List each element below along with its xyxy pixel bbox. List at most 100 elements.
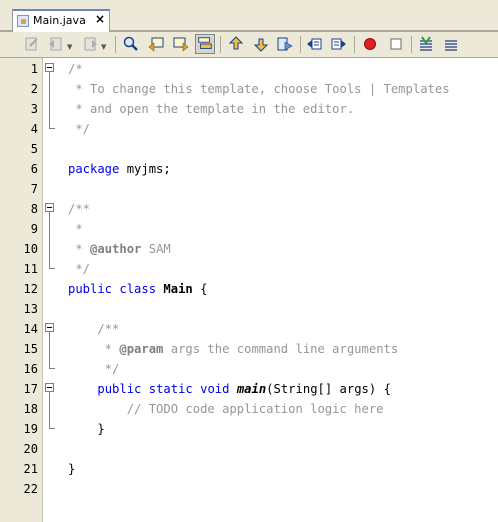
line-number: 7 bbox=[30, 182, 38, 196]
fold-guide-end bbox=[49, 128, 55, 129]
line-number: 9 bbox=[30, 222, 38, 236]
code-line: 11 */ bbox=[0, 259, 498, 279]
fold-guide bbox=[49, 72, 50, 128]
fold-guide-end bbox=[49, 368, 55, 369]
line-number: 20 bbox=[23, 442, 38, 456]
toggle-highlight-search-icon[interactable] bbox=[195, 34, 215, 54]
toolbar-separator bbox=[300, 36, 301, 53]
line-number: 11 bbox=[23, 262, 38, 276]
method-name: main bbox=[236, 382, 267, 396]
code-text: /** bbox=[68, 202, 91, 216]
line-number: 5 bbox=[30, 142, 38, 156]
code-text: public class Main { bbox=[68, 279, 207, 299]
last-edit-icon[interactable] bbox=[24, 36, 40, 52]
code-token: args the command line arguments bbox=[163, 342, 399, 356]
code-text: * To change this template, choose Tools … bbox=[68, 82, 450, 96]
keyword: static bbox=[148, 382, 193, 396]
previous-bookmark-icon[interactable] bbox=[228, 36, 244, 52]
line-number: 15 bbox=[23, 342, 38, 356]
code-line: 9 * bbox=[0, 219, 498, 239]
line-number: 6 bbox=[30, 162, 38, 176]
code-token: { bbox=[192, 282, 208, 296]
fold-guide-end bbox=[49, 268, 55, 269]
tab-label: Main.java bbox=[33, 14, 86, 27]
code-text: */ bbox=[68, 262, 91, 276]
keyword: void bbox=[200, 382, 230, 396]
start-macro-icon[interactable] bbox=[362, 36, 378, 52]
line-number: 1 bbox=[30, 62, 38, 76]
line-number: 14 bbox=[23, 322, 38, 336]
code-token: myjms; bbox=[119, 162, 171, 176]
line-number: 17 bbox=[23, 382, 38, 396]
forward-dropdown-icon[interactable]: ▼ bbox=[101, 43, 106, 51]
code-text: * and open the template in the editor. bbox=[68, 102, 355, 116]
shift-left-icon[interactable] bbox=[306, 36, 322, 52]
code-text: public static void main(String[] args) { bbox=[68, 379, 391, 399]
fold-collapse-icon[interactable] bbox=[45, 323, 54, 332]
keyword: public bbox=[97, 382, 142, 396]
code-line: 5 bbox=[0, 139, 498, 159]
code-token: * bbox=[68, 342, 120, 356]
code-text: // TODO code application logic here bbox=[68, 402, 384, 416]
back-icon[interactable] bbox=[48, 36, 64, 52]
keyword: package bbox=[68, 162, 120, 176]
line-number: 8 bbox=[30, 202, 38, 216]
code-line: 21 } bbox=[0, 459, 498, 479]
line-number: 13 bbox=[23, 302, 38, 316]
code-token: (String[] args) { bbox=[266, 382, 391, 396]
line-number: 21 bbox=[23, 462, 38, 476]
code-text: * @author SAM bbox=[68, 239, 170, 259]
editor-tab-bar: Main.java × bbox=[0, 0, 498, 32]
find-previous-icon[interactable] bbox=[148, 36, 164, 52]
shift-right-icon[interactable] bbox=[331, 36, 347, 52]
code-line: 12 public class Main { bbox=[0, 279, 498, 299]
code-line: 20 bbox=[0, 439, 498, 459]
class-name: Main bbox=[163, 282, 193, 296]
line-number: 12 bbox=[23, 282, 38, 296]
find-next-icon[interactable] bbox=[173, 36, 189, 52]
line-number: 2 bbox=[30, 82, 38, 96]
fold-collapse-icon[interactable] bbox=[45, 203, 54, 212]
comment-icon[interactable] bbox=[418, 36, 434, 52]
find-selection-icon[interactable] bbox=[123, 36, 139, 52]
code-line: 19 } bbox=[0, 419, 498, 439]
line-number: 22 bbox=[23, 482, 38, 496]
toggle-bookmark-icon[interactable] bbox=[277, 36, 293, 52]
code-text: * @param args the command line arguments bbox=[68, 339, 399, 359]
tab-main-java[interactable]: Main.java × bbox=[12, 9, 110, 32]
code-text: package myjms; bbox=[68, 159, 171, 179]
code-text: /** bbox=[68, 322, 120, 336]
toolbar-separator bbox=[115, 36, 116, 53]
code-line: 16 */ bbox=[0, 359, 498, 379]
code-line: 10 * @author SAM bbox=[0, 239, 498, 259]
code-line: 4 */ bbox=[0, 119, 498, 139]
toolbar-separator bbox=[354, 36, 355, 53]
code-line: 2 * To change this template, choose Tool… bbox=[0, 79, 498, 99]
code-line: 8 /** bbox=[0, 199, 498, 219]
forward-icon[interactable] bbox=[82, 36, 98, 52]
javadoc-tag: @param bbox=[119, 342, 164, 356]
keyword: class bbox=[119, 282, 157, 296]
toolbar-separator bbox=[220, 36, 221, 53]
code-line: 7 bbox=[0, 179, 498, 199]
fold-guide bbox=[49, 392, 50, 428]
editor-toolbar: ▼ ▼ bbox=[0, 32, 498, 58]
fold-guide bbox=[49, 332, 50, 368]
code-text: * bbox=[68, 222, 83, 236]
close-tab-icon[interactable]: × bbox=[95, 13, 105, 25]
javadoc-tag: @author bbox=[90, 242, 142, 256]
stop-macro-icon[interactable] bbox=[388, 36, 404, 52]
uncomment-icon[interactable] bbox=[443, 36, 459, 52]
code-line: 13 bbox=[0, 299, 498, 319]
code-line: 1 /* bbox=[0, 59, 498, 79]
fold-collapse-icon[interactable] bbox=[45, 63, 54, 72]
line-number: 19 bbox=[23, 422, 38, 436]
code-line: 22 bbox=[0, 479, 498, 499]
next-bookmark-icon[interactable] bbox=[253, 36, 269, 52]
back-dropdown-icon[interactable]: ▼ bbox=[67, 43, 72, 51]
line-number: 3 bbox=[30, 102, 38, 116]
code-line: 14 /** bbox=[0, 319, 498, 339]
code-line: 18 // TODO code application logic here bbox=[0, 399, 498, 419]
fold-collapse-icon[interactable] bbox=[45, 383, 54, 392]
fold-guide bbox=[49, 212, 50, 268]
